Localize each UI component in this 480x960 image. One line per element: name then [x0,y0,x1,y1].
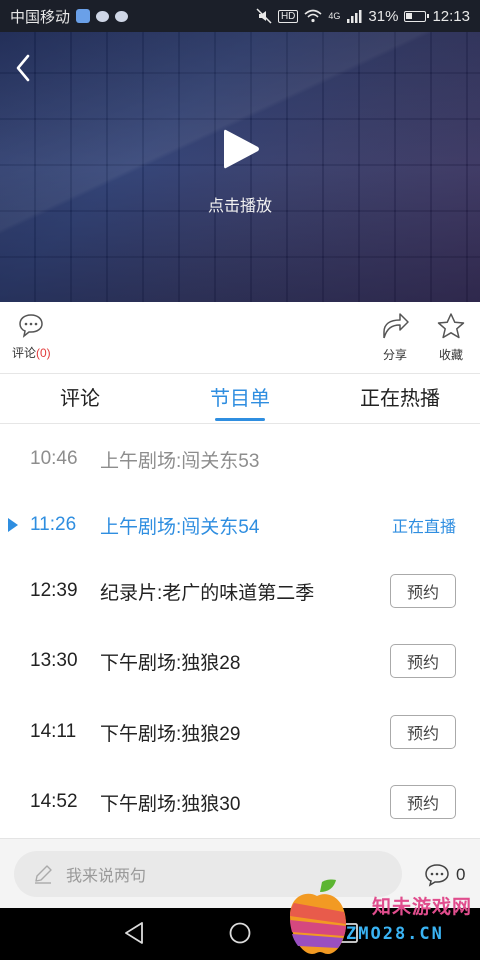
favorite-button[interactable]: 收藏 [436,312,466,363]
schedule-row[interactable]: 13:30 下午剧场:独狼28 预约 [0,626,480,696]
program-title: 下午剧场:独狼28 [100,652,241,674]
wifi-icon [304,9,322,23]
program-time: 14:52 [30,791,78,812]
reserve-button[interactable]: 预约 [390,785,456,819]
comment-action-count: (0) [36,346,51,360]
favorite-label: 收藏 [438,348,463,362]
video-player[interactable]: 点击播放 [0,32,480,302]
message-icon [96,10,110,22]
watermark-logo-icon [290,879,346,954]
clock: 12:13 [432,7,470,25]
program-title: 下午剧场:独狼30 [100,793,241,815]
back-arrow-icon[interactable] [10,50,38,86]
now-playing-marker-icon [8,518,18,532]
network-type: 4G [328,11,341,21]
schedule-row[interactable]: 10:46 上午剧场:闯关东53 [0,424,480,494]
schedule-row[interactable]: 12:39 纪录片:老广的味道第二季 预约 [0,556,480,626]
share-label: 分享 [382,348,407,362]
comment-bubble-icon [19,314,44,338]
reserve-button[interactable]: 预约 [390,574,456,608]
program-title: 上午剧场:闯关东53 [100,450,260,472]
comment-placeholder: 我来说两句 [66,868,147,885]
reserve-button[interactable]: 预约 [390,715,456,749]
play-icon[interactable] [220,126,262,172]
comment-action[interactable]: 评论(0) [12,312,51,361]
nav-home-icon[interactable] [228,920,252,946]
program-title: 上午剧场:闯关东54 [100,516,260,538]
action-row: 评论(0) 分享 收藏 [0,302,480,374]
status-bar: 中国移动 HD 4G 31% 12:13 [0,0,480,32]
share-button[interactable]: 分享 [380,312,410,363]
reserve-button[interactable]: 预约 [390,644,456,678]
battery-percent: 31% [368,7,399,25]
tab-now-playing[interactable]: 正在热播 [320,374,480,423]
program-time: 14:11 [30,721,77,742]
program-title: 纪录片:老广的味道第二季 [100,582,315,604]
program-schedule-list: 10:46 上午剧场:闯关东53 11:26 上午剧场:闯关东54 正在直播 1… [0,424,480,838]
watermark-en: ZMO28.CN [346,924,444,944]
watermark: 知未游戏网 ZMO28.CN [282,876,480,960]
signal-icon [347,10,362,23]
pencil-icon [35,865,52,884]
app-notification-icon [76,9,91,23]
comment-action-label-wrap: 评论(0) [12,344,51,361]
wechat-icon [115,10,129,22]
tab-schedule[interactable]: 节目单 [160,374,320,423]
share-icon [383,313,409,339]
program-title: 下午剧场:独狼29 [100,723,241,745]
tab-bar: 评论 节目单 正在热播 [0,374,480,424]
nav-back-icon[interactable] [122,920,146,946]
tab-comments[interactable]: 评论 [0,374,160,423]
live-status-label: 正在直播 [391,519,456,536]
program-time: 11:26 [30,514,77,535]
comment-action-label: 评论 [12,346,37,360]
mute-icon [256,8,272,24]
hd-badge: HD [277,9,299,23]
watermark-cn: 知未游戏网 [372,896,473,918]
star-icon [437,313,465,339]
play-label[interactable]: 点击播放 [0,192,480,216]
program-time: 12:39 [30,580,78,601]
program-time: 10:46 [30,448,78,469]
battery-icon [404,10,430,22]
program-time: 13:30 [30,650,78,671]
schedule-row[interactable]: 14:11 下午剧场:独狼29 预约 [0,697,480,767]
carrier-label: 中国移动 [10,8,71,26]
schedule-row-live[interactable]: 11:26 上午剧场:闯关东54 正在直播 [0,490,480,560]
schedule-row[interactable]: 14:52 下午剧场:独狼30 预约 [0,767,480,837]
